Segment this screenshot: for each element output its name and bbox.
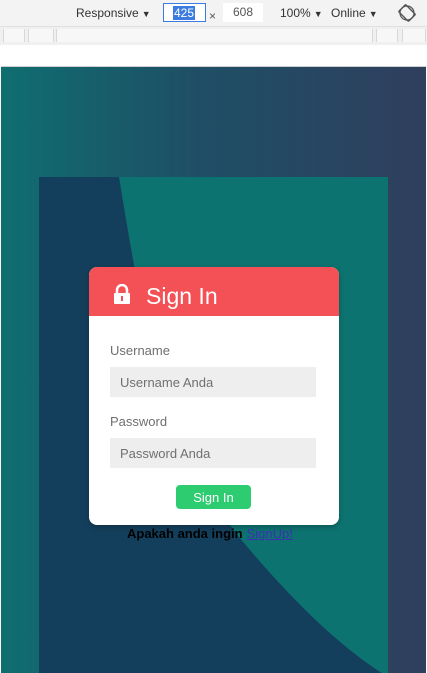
throttle-label: Online (331, 6, 366, 20)
devtools-toolbar: Responsive ▼ 425 × 608 100% ▼ Online ▼ (0, 0, 427, 26)
height-input[interactable]: 608 (223, 3, 263, 22)
chevron-down-icon: ▼ (313, 9, 323, 19)
login-title: Sign In (146, 283, 218, 309)
width-input[interactable]: 425 (163, 3, 206, 22)
username-label: Username (110, 343, 170, 358)
ruler-segment[interactable] (402, 29, 426, 42)
page-viewport: Sign In Username Password Sign In Apakah… (1, 66, 426, 673)
viewport-spacer (0, 45, 427, 66)
username-input[interactable] (110, 367, 316, 397)
signup-link[interactable]: SignUp! (247, 526, 293, 541)
ruler-segment[interactable] (28, 29, 54, 42)
throttle-select[interactable]: Online ▼ (331, 0, 378, 26)
ruler-segment[interactable] (3, 29, 25, 42)
login-card: Sign In Username Password Sign In (89, 267, 339, 525)
width-value: 425 (172, 6, 195, 20)
login-header: Sign In (89, 267, 339, 316)
password-label: Password (110, 414, 168, 429)
device-mode-label: Responsive (76, 6, 139, 20)
password-input[interactable] (110, 438, 316, 468)
signup-prompt: Apakah anda ingin SignUp! (127, 526, 293, 541)
rotate-icon[interactable] (398, 4, 416, 22)
signup-prompt-text: Apakah anda ingin (127, 526, 243, 541)
ruler-segment[interactable] (56, 29, 373, 42)
zoom-label: 100% (280, 6, 311, 20)
device-mode-select[interactable]: Responsive ▼ (76, 0, 151, 26)
sign-in-button[interactable]: Sign In (176, 485, 251, 509)
zoom-select[interactable]: 100% ▼ (280, 0, 323, 26)
lock-icon (114, 284, 130, 304)
ruler-segment[interactable] (376, 29, 398, 42)
chevron-down-icon: ▼ (141, 9, 151, 19)
media-query-ruler (0, 26, 427, 46)
chevron-down-icon: ▼ (368, 9, 378, 19)
